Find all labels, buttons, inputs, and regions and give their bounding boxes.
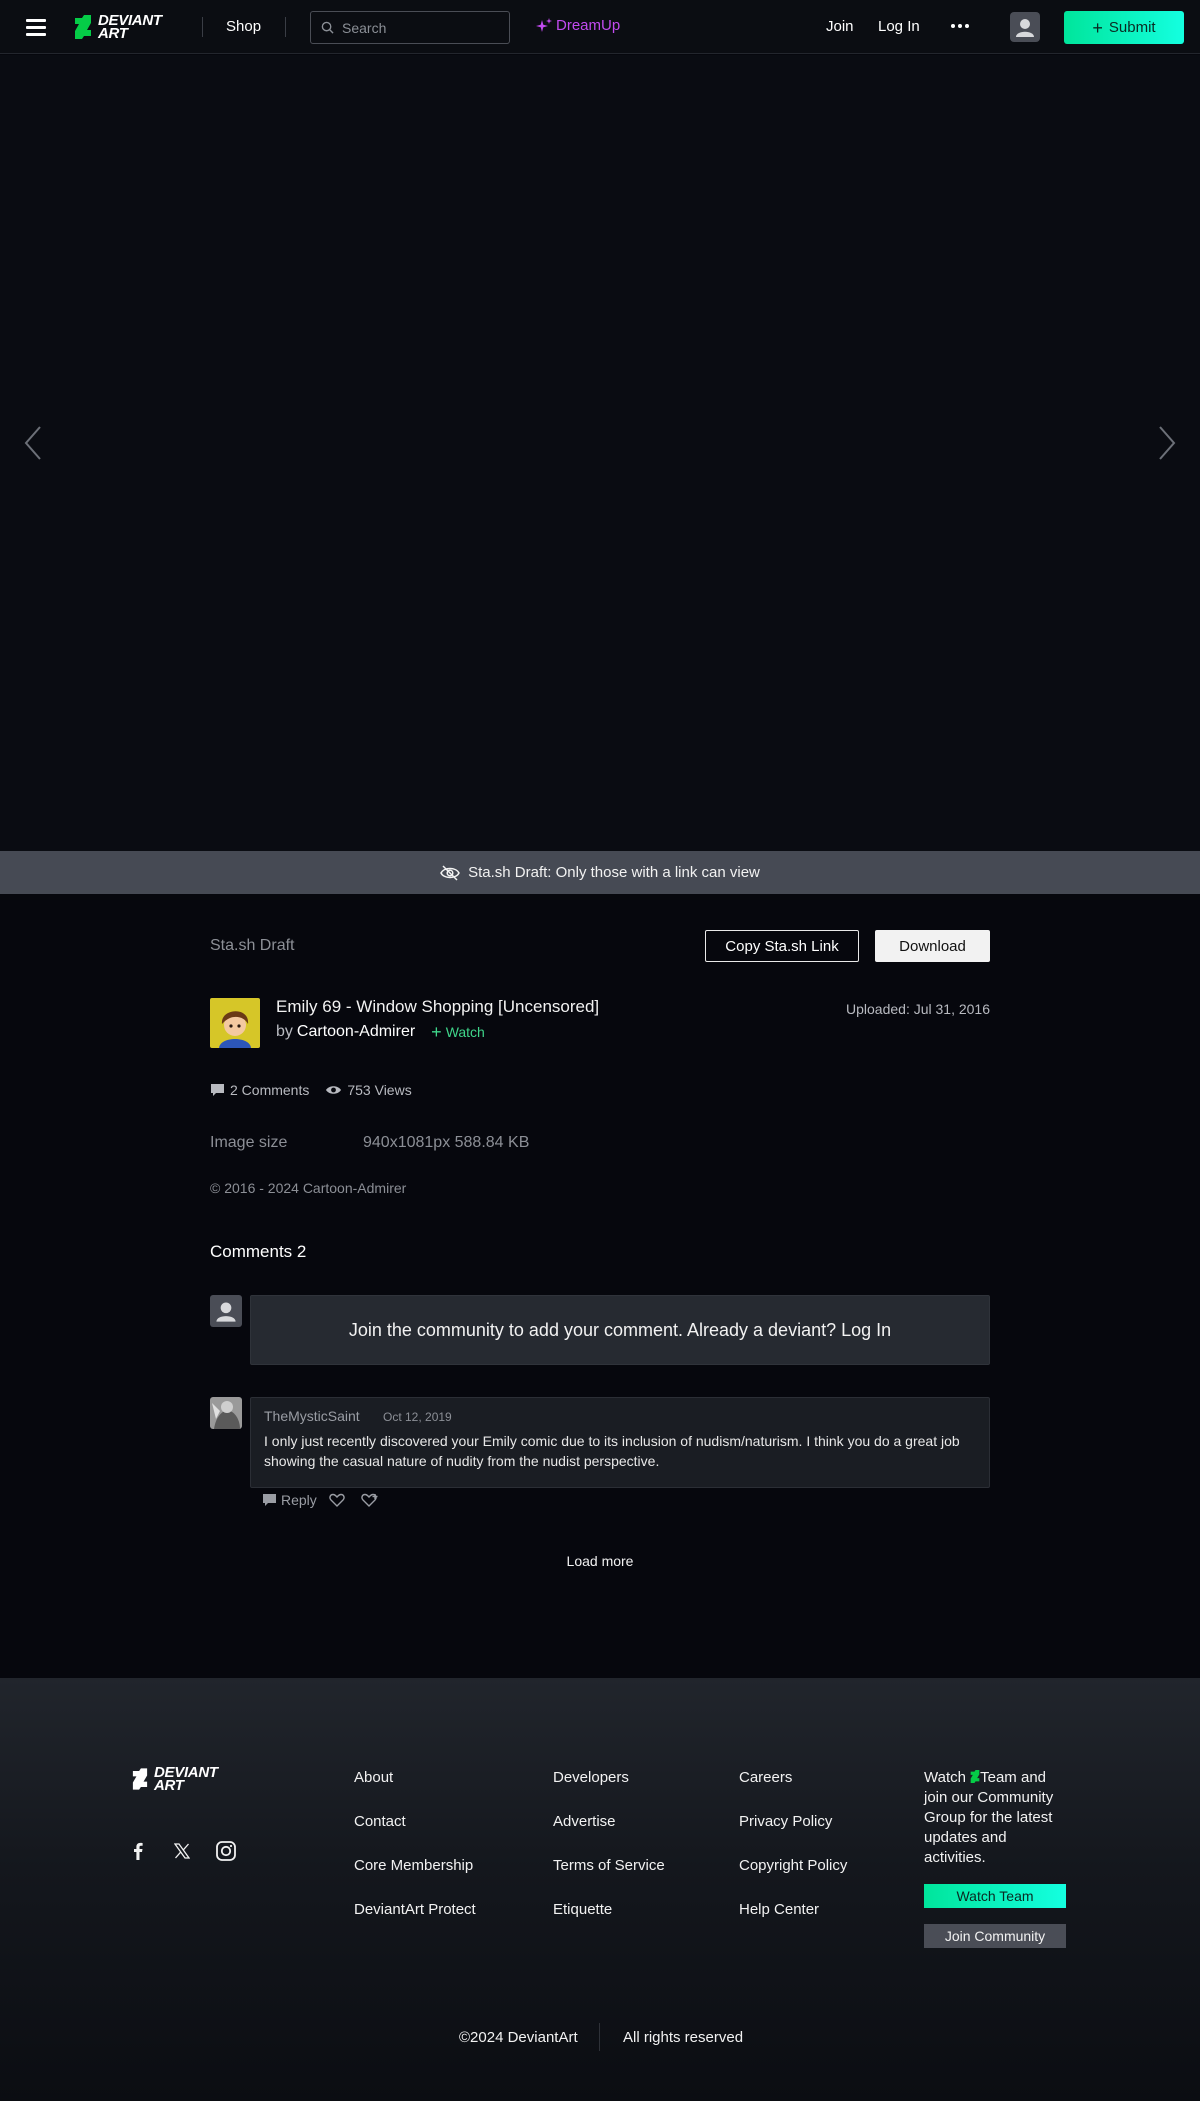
deviantart-logo-mark [75,15,91,39]
footer-link-etiquette[interactable]: Etiquette [553,1901,612,1918]
search-input[interactable] [342,19,502,36]
stash-draft-banner: Sta.sh Draft: Only those with a link can… [0,851,1200,894]
comment-login-link[interactable]: Log In [841,1320,891,1341]
views-count: 753 Views [325,1082,412,1098]
more-options-icon[interactable] [951,24,969,28]
previous-arrow-icon[interactable] [22,425,44,461]
comments-count[interactable]: 2 Comments [210,1082,309,1098]
logo-wordmark: DEVIANT ART [98,12,162,42]
eye-icon [326,1086,342,1094]
x-twitter-icon[interactable] [171,1840,193,1862]
copyright-notice: © 2016 - 2024 Cartoon-Admirer [210,1180,407,1196]
commenter-avatar[interactable] [210,1397,242,1429]
footer-link-help-center[interactable]: Help Center [739,1901,819,1918]
footer-link-deviantart-protect[interactable]: DeviantArt Protect [354,1901,476,1918]
sparkle-icon [536,17,552,32]
submit-button[interactable]: + Submit [1064,11,1184,44]
upload-date: Uploaded: Jul 31, 2016 [846,1001,990,1017]
footer-link-terms[interactable]: Terms of Service [553,1857,665,1874]
footer-link-about[interactable]: About [354,1769,393,1786]
divider [202,17,203,37]
facebook-icon[interactable] [127,1840,149,1862]
instagram-icon[interactable] [215,1840,237,1862]
deviation-title: Emily 69 - Window Shopping [Uncensored] [276,997,600,1016]
divider [285,17,286,37]
footer-link-developers[interactable]: Developers [553,1769,629,1786]
comment-icon [263,1494,276,1506]
like-icon[interactable] [329,1493,349,1507]
artwork-viewer [0,55,1200,851]
heart-plus-icon[interactable] [361,1493,383,1507]
dreamup-link[interactable]: DreamUp [536,17,620,34]
watch-button[interactable]: + Watch [431,1022,485,1042]
footer-copyright: ©2024 DeviantArt [459,2029,578,2046]
author-avatar[interactable] [210,998,260,1048]
stash-draft-label: Sta.sh Draft [210,937,295,954]
footer-link-advertise[interactable]: Advertise [553,1813,616,1830]
download-button[interactable]: Download [875,930,990,962]
footer-link-careers[interactable]: Careers [739,1769,792,1786]
image-size-value: 940x1081px 588.84 KB [363,1134,530,1151]
search-box[interactable] [310,11,510,44]
copy-stash-link-button[interactable]: Copy Sta.sh Link [705,930,859,962]
top-header: DEVIANT ART Shop DreamUp Join Log In + S… [0,0,1200,54]
search-icon [321,21,334,34]
image-size-label: Image size [210,1134,288,1151]
divider [599,2023,600,2051]
footer-deviantart-logo[interactable]: DEVIANT ART [132,1764,218,1794]
plus-icon: + [431,1022,442,1042]
site-footer: DEVIANT ART About Contact Core Membershi… [0,1678,1200,2101]
join-community-button[interactable]: Join Community [924,1924,1066,1948]
join-link[interactable]: Join [826,18,854,35]
byline: by Cartoon-Admirer + Watch [276,1023,485,1041]
plus-icon: + [1092,17,1103,38]
logo-wordmark: DEVIANT ART [154,1764,218,1794]
deviation-stats: 2 Comments 753 Views [210,1082,428,1098]
eye-off-icon [440,864,460,881]
user-avatar-icon[interactable] [1010,12,1040,42]
comment-icon [211,1084,224,1096]
dreamup-label: DreamUp [556,17,621,34]
footer-link-privacy[interactable]: Privacy Policy [739,1813,832,1830]
draft-banner-text: Sta.sh Draft: Only those with a link can… [468,864,760,881]
footer-link-contact[interactable]: Contact [354,1813,406,1830]
menu-icon[interactable] [26,19,46,36]
reply-button[interactable]: Reply [262,1492,317,1508]
deviantart-logo[interactable]: DEVIANT ART [74,12,162,42]
login-link[interactable]: Log In [878,18,920,35]
watch-team-button[interactable]: Watch Team [924,1884,1066,1908]
footer-link-copyright-policy[interactable]: Copyright Policy [739,1857,847,1874]
comment-body: I only just recently discovered your Emi… [264,1433,960,1469]
join-to-comment-box[interactable]: Join the community to add your comment. … [250,1295,990,1365]
comment-actions: Reply [262,1492,395,1508]
load-more-button[interactable]: Load more [210,1553,990,1569]
comment-date: Oct 12, 2019 [383,1410,452,1424]
footer-link-core-membership[interactable]: Core Membership [354,1857,473,1874]
author-link[interactable]: Cartoon-Admirer [297,1023,415,1041]
deviantart-logo-mark [970,1770,980,1783]
watch-team-text: Watch Team and join our Community Group … [924,1769,1054,1866]
footer-rights: All rights reserved [623,2029,744,2046]
join-prompt-text: Join the community to add your comment. … [348,1319,837,1340]
shop-link[interactable]: Shop [226,18,261,35]
next-arrow-icon[interactable] [1156,425,1178,461]
comments-heading: Comments 2 [210,1242,307,1261]
deviantart-logo-mark [132,1768,148,1790]
comment: TheMysticSaint Oct 12, 2019 I only just … [250,1397,990,1488]
by-label: by [276,1023,293,1040]
guest-avatar-icon [210,1295,242,1327]
comment-username[interactable]: TheMysticSaint [264,1408,360,1424]
